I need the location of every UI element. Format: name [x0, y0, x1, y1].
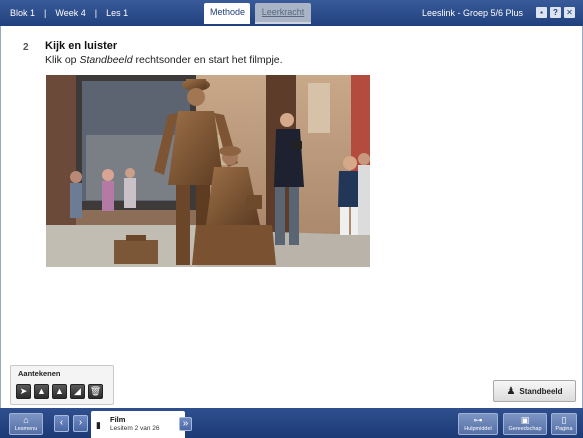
- tab-bar: Methode Leerkracht: [204, 3, 311, 24]
- street-scene-image: [46, 75, 370, 267]
- close-icon[interactable]: ✕: [564, 7, 575, 18]
- pagina-label: Pagina: [555, 426, 573, 432]
- skip-forward-button[interactable]: »: [179, 417, 192, 431]
- help-icon[interactable]: ?: [550, 7, 561, 18]
- pen-icon[interactable]: ▲: [34, 384, 49, 399]
- top-right-area: Leeslink - Groep 5/6 Plus ▪ ? ✕: [422, 7, 575, 18]
- document-icon: ▮: [96, 420, 101, 430]
- hulpmiddel-label: Hulpmiddel: [464, 426, 492, 432]
- top-bar: Blok 1 | Week 4 | Les 1 Methode Leerkrac…: [0, 0, 583, 26]
- video-still[interactable]: [46, 75, 370, 267]
- page-icon: ▯: [561, 415, 567, 425]
- gereedschap-button[interactable]: ▣ Gereedschap: [503, 413, 547, 435]
- pagina-button[interactable]: ▯ Pagina: [551, 413, 577, 435]
- breadcrumb: Blok 1 | Week 4 | Les 1: [10, 8, 128, 18]
- annotation-panel: Aantekenen ➤ ▲ ▲ ◢ 🗑: [10, 365, 114, 405]
- lesmenu-label: Lesmenu: [14, 426, 38, 432]
- annotation-tools: ➤ ▲ ▲ ◢ 🗑: [16, 384, 103, 399]
- standbeeld-label: Standbeeld: [519, 386, 563, 396]
- people-icon: ♟: [506, 385, 516, 397]
- step-number: 2: [23, 42, 29, 53]
- lesitem-name: Film: [110, 415, 126, 424]
- breadcrumb-blok[interactable]: Blok 1: [10, 8, 35, 18]
- trash-icon[interactable]: 🗑: [88, 384, 103, 399]
- step-title: Kijk en luister: [45, 40, 118, 52]
- standbeeld-button[interactable]: ♟ Standbeeld: [493, 380, 576, 402]
- toolbox-icon: ▣: [520, 415, 530, 425]
- eraser-icon[interactable]: ◢: [70, 384, 85, 399]
- bottom-bar: ⌂ Lesmenu ‹ › ▮ Film Lesitem 2 van 26 » …: [0, 408, 583, 438]
- next-button[interactable]: ›: [73, 415, 88, 432]
- pointer-icon[interactable]: ➤: [16, 384, 31, 399]
- instruction-suffix: rechtsonder en start het filmpje.: [132, 54, 283, 66]
- app-title: Leeslink - Groep 5/6 Plus: [421, 7, 523, 18]
- gereedschap-label: Gereedschap: [508, 426, 542, 432]
- lesitem-count: Lesitem 2 van 26: [110, 425, 160, 432]
- breadcrumb-separator-icon: |: [44, 8, 47, 18]
- hulpmiddel-button[interactable]: ⊶ Hulpmiddel: [458, 413, 498, 435]
- instruction-emphasis: Standbeeld: [79, 54, 133, 66]
- breadcrumb-week[interactable]: Week 4: [55, 8, 85, 18]
- marker-icon[interactable]: ▲: [52, 384, 67, 399]
- save-icon[interactable]: ▪: [536, 7, 547, 18]
- breadcrumb-les[interactable]: Les 1: [106, 8, 128, 18]
- step-instruction: Klik op Standbeeld rechtsonder en start …: [45, 54, 283, 66]
- tool-icon: ⊶: [473, 415, 483, 425]
- previous-button[interactable]: ‹: [54, 415, 69, 432]
- annotation-title: Aantekenen: [18, 369, 61, 378]
- instruction-prefix: Klik op: [45, 54, 80, 66]
- lesmenu-button[interactable]: ⌂ Lesmenu: [9, 413, 43, 435]
- lesson-content: 2 Kijk en luister Klik op Standbeeld rec…: [0, 26, 583, 408]
- tab-leerkracht[interactable]: Leerkracht: [255, 3, 311, 24]
- breadcrumb-separator-icon: |: [94, 8, 98, 18]
- lesitem-indicator: ▮ Film Lesitem 2 van 26: [91, 411, 185, 438]
- home-icon: ⌂: [23, 415, 29, 425]
- tab-methode[interactable]: Methode: [204, 3, 250, 24]
